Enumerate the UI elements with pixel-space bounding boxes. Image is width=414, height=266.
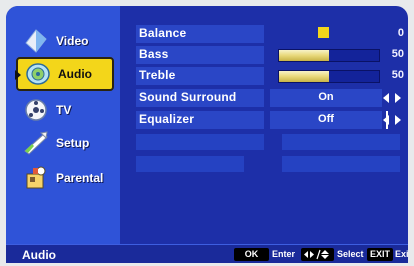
- sidebar-item-label: Parental: [56, 171, 104, 185]
- equalizer-value[interactable]: Off: [270, 113, 382, 125]
- parental-icon: [26, 166, 46, 189]
- exit-key[interactable]: EXIT: [367, 248, 393, 261]
- treble-row[interactable]: Treble 50: [120, 66, 408, 86]
- bass-slider-fill: [279, 50, 329, 61]
- sidebar-item-parental[interactable]: Parental: [16, 161, 114, 195]
- bass-row[interactable]: Bass 50: [120, 45, 408, 65]
- treble-label: Treble: [139, 68, 176, 82]
- treble-slider[interactable]: [278, 70, 380, 83]
- empty-row: [282, 156, 400, 172]
- sidebar: Video Audio TV Setup Parental: [6, 6, 120, 244]
- balance-slider-knob[interactable]: [318, 27, 329, 38]
- bass-label: Bass: [139, 47, 169, 61]
- exit-hint: Exit: [395, 249, 408, 259]
- empty-row: [136, 156, 244, 172]
- navigate-key[interactable]: [301, 248, 334, 261]
- left-right-arrows-icon: [383, 93, 401, 103]
- balance-value: 0: [397, 27, 404, 39]
- equalizer-row[interactable]: Equalizer Off: [120, 110, 408, 130]
- sound-surround-row[interactable]: Sound Surround On: [120, 88, 408, 108]
- audio-icon: [26, 63, 50, 85]
- left-right-arrows-icon: [383, 115, 401, 125]
- sidebar-item-setup[interactable]: Setup: [16, 126, 114, 160]
- select-hint: Select: [337, 249, 364, 259]
- balance-row[interactable]: Balance 0: [120, 24, 408, 44]
- empty-row: [282, 134, 400, 150]
- bass-value: 50: [391, 48, 404, 60]
- sidebar-item-audio[interactable]: Audio: [15, 57, 114, 91]
- empty-row: [136, 134, 264, 150]
- status-title: Audio: [22, 248, 56, 262]
- navigate-arrows-icon: [304, 249, 329, 260]
- status-bar: Audio OK Enter Select EXIT Exit: [6, 244, 408, 263]
- setup-icon: [24, 131, 48, 155]
- sidebar-item-tv[interactable]: TV: [16, 93, 114, 127]
- balance-label: Balance: [139, 26, 187, 40]
- sound-surround-label: Sound Surround: [139, 90, 237, 104]
- sidebar-item-label: Audio: [58, 67, 92, 81]
- ok-key[interactable]: OK: [234, 248, 269, 261]
- sound-surround-value[interactable]: On: [270, 91, 382, 103]
- video-icon: [25, 29, 47, 53]
- audio-menu-screen: Video Audio TV Setup Parental Balance 0 …: [6, 6, 408, 263]
- sidebar-item-label: TV: [56, 103, 72, 117]
- selection-arrow-icon: [15, 70, 21, 80]
- enter-hint: Enter: [272, 249, 296, 259]
- tv-icon: [25, 99, 47, 121]
- sidebar-item-label: Video: [56, 34, 89, 48]
- treble-value: 50: [391, 69, 404, 81]
- treble-slider-fill: [279, 71, 329, 82]
- sidebar-item-video[interactable]: Video: [16, 24, 114, 58]
- bass-slider[interactable]: [278, 49, 380, 62]
- equalizer-label: Equalizer: [139, 112, 195, 126]
- sidebar-item-label: Setup: [56, 136, 90, 150]
